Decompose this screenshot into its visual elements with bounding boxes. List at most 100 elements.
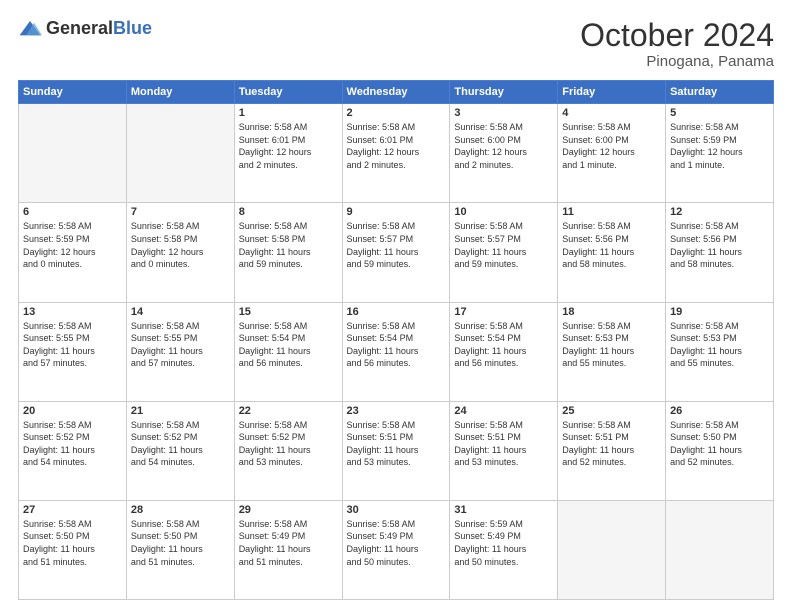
calendar-cell: 1Sunrise: 5:58 AM Sunset: 6:01 PM Daylig…: [234, 104, 342, 203]
day-number: 22: [239, 405, 338, 417]
calendar-cell: 14Sunrise: 5:58 AM Sunset: 5:55 PM Dayli…: [126, 302, 234, 401]
day-number: 7: [131, 206, 230, 218]
calendar-cell: 11 Sunrise: 5:58 AM Sunset: 5:56 PM Dayli…: [558, 203, 666, 302]
calendar-cell: 24 Sunrise: 5:58 AM Sunset: 5:51 PM Dayli…: [450, 401, 558, 500]
day-info: Sunrise: 5:58 AM Sunset: 5:52 PM Dayligh…: [23, 419, 122, 469]
day-number: 16: [347, 306, 446, 318]
day-info: Sunrise: 5:58 AM Sunset: 5:54 PM Dayligh…: [454, 320, 553, 370]
calendar-cell: 22 Sunrise: 5:58 AM Sunset: 5:52 PM Dayli…: [234, 401, 342, 500]
calendar-cell: 9 Sunrise: 5:58 AM Sunset: 5:57 PM Daylig…: [342, 203, 450, 302]
calendar-cell: 7Sunrise: 5:58 AM Sunset: 5:58 PM Daylig…: [126, 203, 234, 302]
day-info: Sunrise: 5:58 AM Sunset: 5:51 PM Dayligh…: [347, 419, 446, 469]
calendar-cell: 15Sunrise: 5:58 AM Sunset: 5:54 PM Dayli…: [234, 302, 342, 401]
day-number: 30: [347, 504, 446, 516]
day-number: 28: [131, 504, 230, 516]
day-info: Sunrise: 5:59 AM Sunset: 5:49 PM Dayligh…: [454, 518, 553, 568]
col-header-saturday: Saturday: [666, 81, 774, 104]
day-info: Sunrise: 5:58 AM Sunset: 5:56 PM Dayligh…: [670, 220, 769, 270]
day-info: Sunrise: 5:58 AM Sunset: 5:50 PM Dayligh…: [131, 518, 230, 568]
calendar-cell: 18 Sunrise: 5:58 AM Sunset: 5:53 PM Dayli…: [558, 302, 666, 401]
calendar-cell: 6 Sunrise: 5:58 AM Sunset: 5:59 PM Daylig…: [19, 203, 127, 302]
week-row-3: 13 Sunrise: 5:58 AM Sunset: 5:55 PM Dayli…: [19, 302, 774, 401]
calendar-cell: 8Sunrise: 5:58 AM Sunset: 5:58 PM Daylig…: [234, 203, 342, 302]
day-info: Sunrise: 5:58 AM Sunset: 5:55 PM Dayligh…: [23, 320, 122, 370]
day-number: 31: [454, 504, 553, 516]
day-info: Sunrise: 5:58 AM Sunset: 5:57 PM Dayligh…: [347, 220, 446, 270]
day-number: 25: [562, 405, 661, 417]
day-info: Sunrise: 5:58 AM Sunset: 5:52 PM Dayligh…: [239, 419, 338, 469]
day-number: 17: [454, 306, 553, 318]
calendar-cell: [558, 500, 666, 599]
calendar-cell: 20 Sunrise: 5:58 AM Sunset: 5:52 PM Dayli…: [19, 401, 127, 500]
day-number: 15: [239, 306, 338, 318]
col-header-thursday: Thursday: [450, 81, 558, 104]
logo-icon: [18, 19, 42, 39]
day-number: 19: [670, 306, 769, 318]
calendar-cell: 31 Sunrise: 5:59 AM Sunset: 5:49 PM Dayli…: [450, 500, 558, 599]
week-row-2: 6 Sunrise: 5:58 AM Sunset: 5:59 PM Daylig…: [19, 203, 774, 302]
day-info: Sunrise: 5:58 AM Sunset: 5:51 PM Dayligh…: [454, 419, 553, 469]
day-info: Sunrise: 5:58 AM Sunset: 5:58 PM Dayligh…: [239, 220, 338, 270]
day-number: 2: [347, 107, 446, 119]
day-number: 26: [670, 405, 769, 417]
day-number: 13: [23, 306, 122, 318]
day-number: 20: [23, 405, 122, 417]
day-info: Sunrise: 5:58 AM Sunset: 5:55 PM Dayligh…: [131, 320, 230, 370]
col-header-friday: Friday: [558, 81, 666, 104]
day-number: 18: [562, 306, 661, 318]
day-number: 6: [23, 206, 122, 218]
day-info: Sunrise: 5:58 AM Sunset: 5:49 PM Dayligh…: [239, 518, 338, 568]
day-info: Sunrise: 5:58 AM Sunset: 5:53 PM Dayligh…: [670, 320, 769, 370]
calendar-cell: 21 Sunrise: 5:58 AM Sunset: 5:52 PM Dayli…: [126, 401, 234, 500]
logo: GeneralBlue: [18, 18, 152, 39]
calendar-cell: [126, 104, 234, 203]
header: GeneralBlue October 2024 Pinogana, Panam…: [18, 18, 774, 70]
col-header-tuesday: Tuesday: [234, 81, 342, 104]
day-info: Sunrise: 5:58 AM Sunset: 5:57 PM Dayligh…: [454, 220, 553, 270]
day-info: Sunrise: 5:58 AM Sunset: 5:56 PM Dayligh…: [562, 220, 661, 270]
day-number: 5: [670, 107, 769, 119]
logo-text: GeneralBlue: [46, 18, 152, 39]
week-row-1: 1Sunrise: 5:58 AM Sunset: 6:01 PM Daylig…: [19, 104, 774, 203]
day-number: 11: [562, 206, 661, 218]
day-number: 9: [347, 206, 446, 218]
day-number: 4: [562, 107, 661, 119]
day-info: Sunrise: 5:58 AM Sunset: 6:01 PM Dayligh…: [239, 121, 338, 171]
calendar-table: SundayMondayTuesdayWednesdayThursdayFrid…: [18, 80, 774, 600]
day-info: Sunrise: 5:58 AM Sunset: 5:51 PM Dayligh…: [562, 419, 661, 469]
day-info: Sunrise: 5:58 AM Sunset: 5:59 PM Dayligh…: [23, 220, 122, 270]
calendar-cell: 4 Sunrise: 5:58 AM Sunset: 6:00 PM Daylig…: [558, 104, 666, 203]
col-header-sunday: Sunday: [19, 81, 127, 104]
day-info: Sunrise: 5:58 AM Sunset: 6:01 PM Dayligh…: [347, 121, 446, 171]
day-number: 24: [454, 405, 553, 417]
calendar-header-row: SundayMondayTuesdayWednesdayThursdayFrid…: [19, 81, 774, 104]
day-info: Sunrise: 5:58 AM Sunset: 6:00 PM Dayligh…: [562, 121, 661, 171]
calendar-cell: 3Sunrise: 5:58 AM Sunset: 6:00 PM Daylig…: [450, 104, 558, 203]
calendar-cell: [19, 104, 127, 203]
location: Pinogana, Panama: [580, 53, 774, 70]
calendar-cell: 19 Sunrise: 5:58 AM Sunset: 5:53 PM Dayli…: [666, 302, 774, 401]
calendar-cell: 17 Sunrise: 5:58 AM Sunset: 5:54 PM Dayli…: [450, 302, 558, 401]
calendar-cell: 16 Sunrise: 5:58 AM Sunset: 5:54 PM Dayli…: [342, 302, 450, 401]
week-row-4: 20 Sunrise: 5:58 AM Sunset: 5:52 PM Dayli…: [19, 401, 774, 500]
day-info: Sunrise: 5:58 AM Sunset: 5:52 PM Dayligh…: [131, 419, 230, 469]
title-block: October 2024 Pinogana, Panama: [580, 18, 774, 70]
day-number: 29: [239, 504, 338, 516]
calendar-cell: 13 Sunrise: 5:58 AM Sunset: 5:55 PM Dayli…: [19, 302, 127, 401]
week-row-5: 27 Sunrise: 5:58 AM Sunset: 5:50 PM Dayli…: [19, 500, 774, 599]
day-info: Sunrise: 5:58 AM Sunset: 5:54 PM Dayligh…: [347, 320, 446, 370]
calendar-cell: 10Sunrise: 5:58 AM Sunset: 5:57 PM Dayli…: [450, 203, 558, 302]
day-number: 27: [23, 504, 122, 516]
calendar-cell: [666, 500, 774, 599]
day-number: 21: [131, 405, 230, 417]
col-header-wednesday: Wednesday: [342, 81, 450, 104]
calendar-cell: 26Sunrise: 5:58 AM Sunset: 5:50 PM Dayli…: [666, 401, 774, 500]
col-header-monday: Monday: [126, 81, 234, 104]
calendar-cell: 12 Sunrise: 5:58 AM Sunset: 5:56 PM Dayli…: [666, 203, 774, 302]
calendar-cell: 2 Sunrise: 5:58 AM Sunset: 6:01 PM Daylig…: [342, 104, 450, 203]
day-number: 12: [670, 206, 769, 218]
day-number: 23: [347, 405, 446, 417]
month-title: October 2024: [580, 18, 774, 53]
day-info: Sunrise: 5:58 AM Sunset: 5:53 PM Dayligh…: [562, 320, 661, 370]
calendar-cell: 29 Sunrise: 5:58 AM Sunset: 5:49 PM Dayli…: [234, 500, 342, 599]
